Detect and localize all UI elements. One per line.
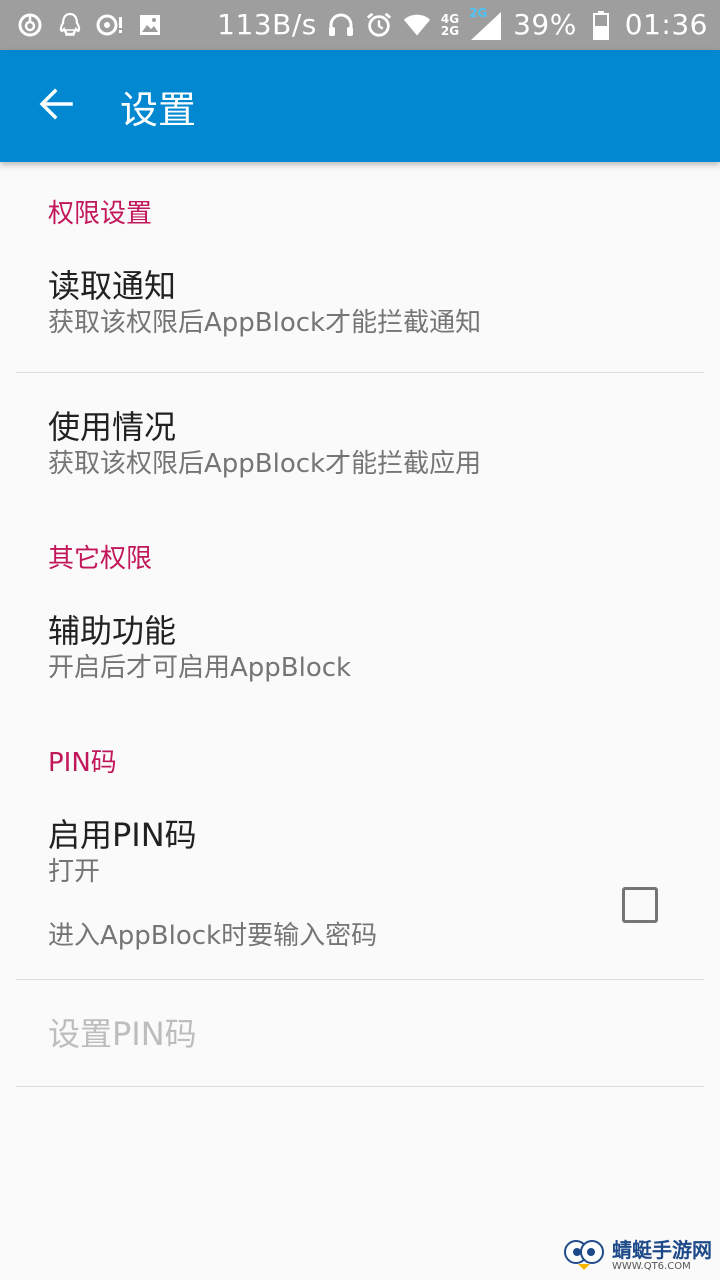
pref-summary: 获取该权限后AppBlock才能拦截通知	[48, 308, 482, 338]
pref-title: 读取通知	[48, 267, 177, 305]
pref-title: 辅助功能	[48, 612, 177, 650]
watermark: 蜻蜓手游网 WWW.QT6.COM	[562, 1236, 712, 1276]
pref-usage[interactable]: 使用情况 获取该权限后AppBlock才能拦截应用	[0, 407, 720, 481]
notification-icons	[16, 11, 164, 39]
settings-list: 权限设置 读取通知 获取该权限后AppBlock才能拦截通知 使用情况 获取该权…	[0, 162, 720, 1087]
pref-enable-pin[interactable]: 启用PIN码 打开 进入AppBlock时要输入密码	[0, 815, 720, 963]
netease-music-icon	[16, 11, 44, 39]
arrow-back-icon	[38, 86, 74, 126]
section-header-permissions: 权限设置	[48, 199, 153, 229]
status-bar: 113B/s 4G 2G 2G 39% 01:36	[0, 0, 720, 50]
pref-summary: 获取该权限后AppBlock才能拦截应用	[48, 449, 482, 479]
battery-percent: 39%	[513, 8, 577, 41]
pref-summary: 开启后才可启用AppBlock	[48, 653, 352, 683]
page-title: 设置	[120, 87, 197, 132]
pref-description: 进入AppBlock时要输入密码	[48, 921, 378, 951]
signal-icon: 2G	[469, 6, 503, 42]
watermark-sub: WWW.QT6.COM	[612, 1261, 691, 1272]
watermark-main: 蜻蜓手游网	[612, 1238, 712, 1262]
pref-set-pin[interactable]: 设置PIN码	[0, 1014, 720, 1054]
pref-accessibility[interactable]: 辅助功能 开启后才可启用AppBlock	[0, 611, 720, 685]
pref-summary: 打开	[48, 857, 101, 887]
image-icon	[136, 11, 164, 39]
watermark-text: 蜻蜓手游网 WWW.QT6.COM	[612, 1239, 712, 1273]
back-button[interactable]	[0, 50, 112, 162]
qq-icon	[56, 11, 84, 39]
network-type-badge: 4G 2G	[441, 13, 459, 37]
dragonfly-logo-icon	[562, 1236, 606, 1276]
divider	[16, 1086, 704, 1087]
app-bar: 设置	[0, 50, 720, 162]
network-speed: 113B/s	[217, 8, 317, 41]
battery-icon	[587, 11, 615, 40]
pref-title: 使用情况	[48, 408, 177, 446]
network-2g-label: 2G	[440, 24, 460, 38]
pref-read-notifications[interactable]: 读取通知 获取该权限后AppBlock才能拦截通知	[0, 266, 720, 340]
pref-title: 设置PIN码	[48, 1015, 197, 1053]
clock: 01:36	[624, 8, 708, 41]
alert-icon	[96, 11, 124, 39]
section-header-other-permissions: 其它权限	[48, 544, 153, 574]
enable-pin-checkbox[interactable]	[622, 887, 658, 923]
pref-title: 启用PIN码	[48, 816, 197, 854]
wifi-icon	[403, 11, 431, 39]
headphones-icon	[327, 11, 355, 39]
system-status: 113B/s 4G 2G 2G 39% 01:36	[217, 6, 708, 42]
alarm-icon	[365, 11, 393, 39]
signal-2g-label: 2G	[469, 6, 488, 20]
section-header-pin: PIN码	[48, 748, 117, 778]
